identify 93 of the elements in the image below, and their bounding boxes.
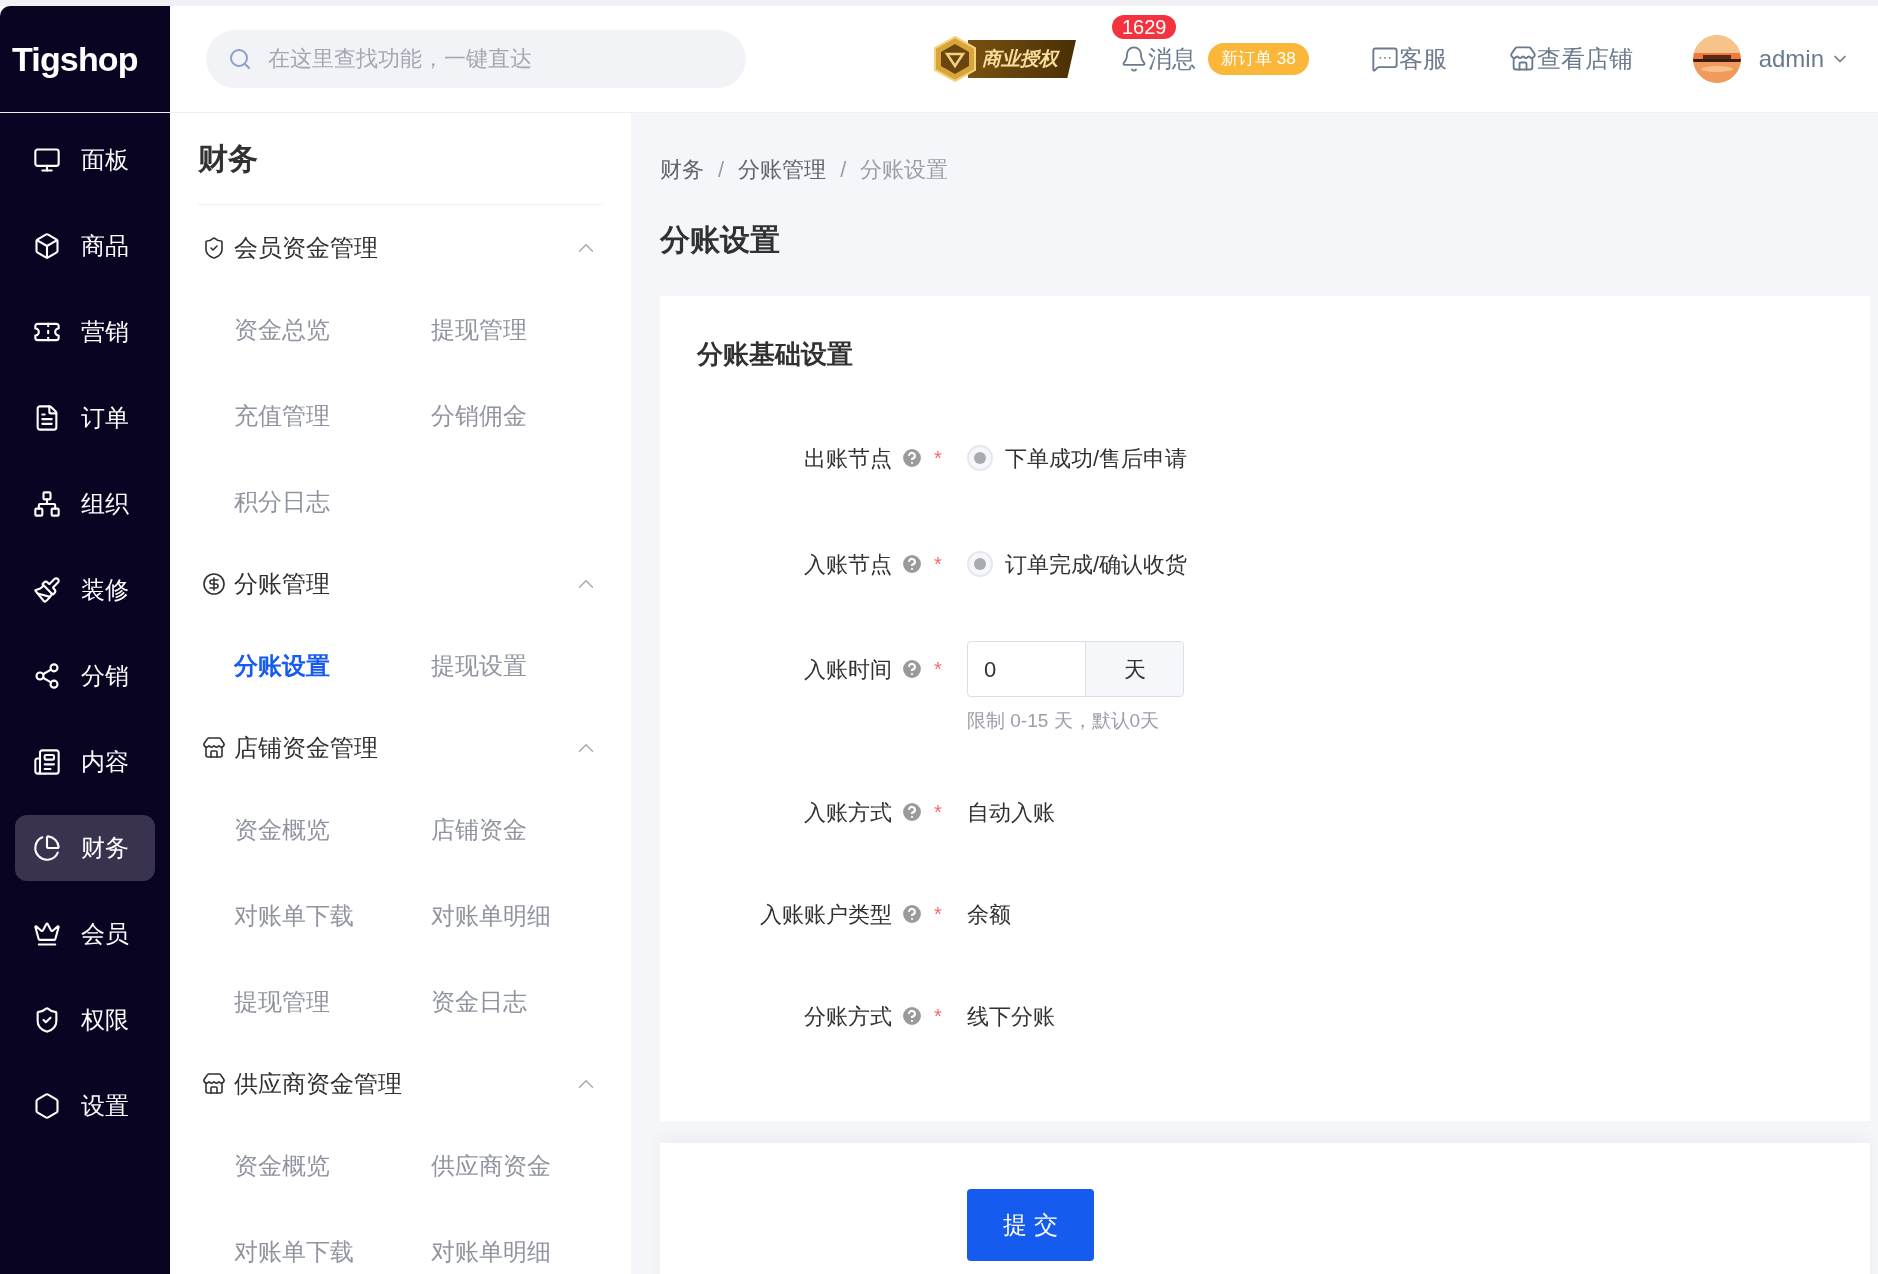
nav-item[interactable]: 内容: [15, 729, 155, 795]
help-icon[interactable]: [900, 552, 924, 576]
menu-group-header[interactable]: 店铺资金管理: [198, 709, 603, 787]
brush-icon: [33, 576, 61, 604]
field-label: 分账方式: [804, 1002, 892, 1031]
bell-icon: [1120, 45, 1148, 73]
shield-icon: [202, 236, 226, 260]
required-mark: *: [934, 657, 943, 682]
menu-group-header[interactable]: 供应商资金管理: [198, 1045, 603, 1123]
field-label: 入账节点: [804, 550, 892, 579]
help-icon[interactable]: [900, 800, 924, 824]
required-mark: *: [934, 800, 943, 825]
submenu-item[interactable]: 对账单下载: [234, 1239, 354, 1265]
field-label: 出账节点: [804, 444, 892, 473]
submenu-item[interactable]: 提现管理: [234, 989, 330, 1015]
field-hint: 限制 0-15 天，默认0天: [967, 709, 1160, 733]
box-icon: [33, 232, 61, 260]
submenu-item[interactable]: 资金总览: [234, 317, 330, 343]
submenu-item[interactable]: 对账单明细: [431, 903, 551, 929]
newspaper-icon: [33, 748, 61, 776]
user-menu[interactable]: admin: [1758, 41, 1850, 77]
pie-chart-icon: [33, 834, 61, 862]
submenu-item[interactable]: 对账单明细: [431, 1239, 551, 1265]
submenu-item[interactable]: 资金概览: [234, 817, 330, 843]
crown-icon: [33, 920, 61, 948]
help-icon[interactable]: [900, 1004, 924, 1028]
submenu-item[interactable]: 供应商资金: [431, 1153, 551, 1179]
submenu-item[interactable]: 资金概览: [234, 1153, 330, 1179]
radio-label: 订单完成/确认收货: [1005, 550, 1188, 579]
view-store-link[interactable]: 查看店铺: [1508, 41, 1633, 77]
nav-item[interactable]: 分销: [15, 643, 155, 709]
search-field[interactable]: 在这里查找功能，一键直达: [206, 30, 746, 88]
field-value: 余额: [967, 900, 1011, 929]
chat-icon: [1370, 45, 1399, 73]
help-icon[interactable]: [900, 446, 924, 470]
coin-icon: [202, 572, 226, 596]
field-value: 线下分账: [967, 1002, 1055, 1031]
notification-count: 1629: [1112, 15, 1177, 39]
store-icon: [202, 1072, 226, 1096]
page-title: 分账设置: [660, 223, 780, 256]
help-icon[interactable]: [900, 902, 924, 926]
menu-group-header[interactable]: 分账管理: [198, 545, 603, 623]
card-title: 分账基础设置: [697, 337, 853, 371]
badge-label: 商业授权: [982, 46, 1058, 71]
breadcrumb-link[interactable]: 分账管理: [738, 153, 827, 186]
required-mark: *: [934, 902, 943, 927]
messages-link[interactable]: 消息: [1120, 41, 1196, 77]
nav-item[interactable]: 订单: [15, 385, 155, 451]
diamond-hexagon-icon: [934, 36, 976, 82]
network-icon: [33, 490, 61, 518]
submenu-item[interactable]: 提现管理: [431, 317, 527, 343]
breadcrumb-current: 分账设置: [860, 156, 949, 184]
submenu-item[interactable]: 充值管理: [234, 403, 330, 429]
required-mark: *: [934, 446, 943, 471]
days-input[interactable]: 0 天: [967, 641, 1184, 697]
submenu-item[interactable]: 分销佣金: [431, 403, 527, 429]
nav-item[interactable]: 设置: [15, 1073, 155, 1139]
submenu-item[interactable]: 分账设置: [234, 653, 330, 679]
search-icon: [228, 47, 252, 71]
breadcrumb-separator: /: [718, 156, 725, 184]
submenu-item[interactable]: 积分日志: [234, 489, 330, 515]
settings-icon: [33, 1092, 61, 1120]
nav-item[interactable]: 装修: [15, 557, 155, 623]
required-mark: *: [934, 1004, 943, 1029]
submenu-title: 财务: [198, 141, 258, 177]
radio-label: 下单成功/售后申请: [1005, 444, 1188, 473]
required-mark: *: [934, 552, 943, 577]
customer-service-link[interactable]: 客服: [1370, 41, 1447, 77]
field-value: 自动入账: [967, 798, 1055, 827]
submenu-item[interactable]: 对账单下载: [234, 903, 354, 929]
monitor-icon: [33, 146, 61, 174]
submenu-item[interactable]: 提现设置: [431, 653, 527, 679]
nav-item[interactable]: 权限: [15, 987, 155, 1053]
share-icon: [33, 662, 61, 690]
submit-button[interactable]: 提 交: [967, 1189, 1094, 1261]
store-icon: [202, 736, 226, 760]
nav-item[interactable]: 会员: [15, 901, 155, 967]
submenu-item[interactable]: 店铺资金: [431, 817, 527, 843]
store-icon: [1508, 45, 1537, 73]
help-icon[interactable]: [900, 657, 924, 681]
field-label: 入账账户类型: [760, 900, 892, 929]
field-label: 入账方式: [804, 798, 892, 827]
nav-item[interactable]: 财务: [15, 815, 155, 881]
nav-item[interactable]: 组织: [15, 471, 155, 537]
field-label: 入账时间: [804, 655, 892, 684]
breadcrumb-link[interactable]: 财务: [660, 153, 704, 186]
unit-suffix: 天: [1085, 642, 1183, 696]
menu-group-header[interactable]: 会员资金管理: [198, 209, 603, 287]
breadcrumb-separator: /: [840, 156, 847, 184]
submenu-item[interactable]: 资金日志: [431, 989, 527, 1015]
nav-item[interactable]: 营销: [15, 299, 155, 365]
nav-item[interactable]: 面板: [15, 127, 155, 193]
nav-item[interactable]: 商品: [15, 213, 155, 279]
